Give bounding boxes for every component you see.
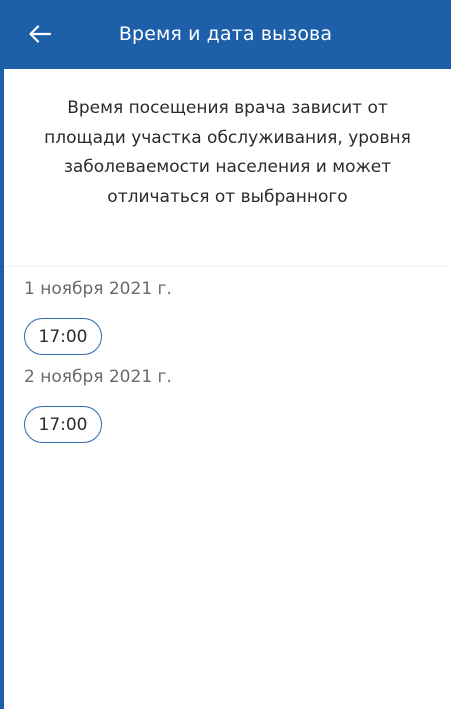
app-bar: Время и дата вызова [0,0,451,69]
day-group: 2 ноября 2021 г. 17:00 [24,366,172,443]
time-slot-chip[interactable]: 17:00 [24,406,102,443]
back-button[interactable] [16,10,64,58]
info-line: заболеваемости населения и может [63,157,392,177]
day-group: 1 ноября 2021 г. 17:00 [24,278,172,355]
page-title: Время и дата вызова [118,23,333,45]
day-date-label: 1 ноября 2021 г. [24,279,172,299]
info-line: Время посещения врача зависит от [67,98,388,118]
time-slot-chip[interactable]: 17:00 [24,318,102,355]
day-date-label: 2 ноября 2021 г. [24,367,172,387]
screen: Время и дата вызова Время посещения врач… [0,0,451,709]
info-notice: Время посещения врача зависит от площади… [4,69,451,267]
arrow-left-icon [29,25,51,43]
time-slot-list: 1 ноября 2021 г. 17:00 2 ноября 2021 г. … [4,268,451,709]
info-line: отличаться от выбранного [107,186,348,207]
info-line: площади участка обслуживания, уровня [44,127,411,148]
